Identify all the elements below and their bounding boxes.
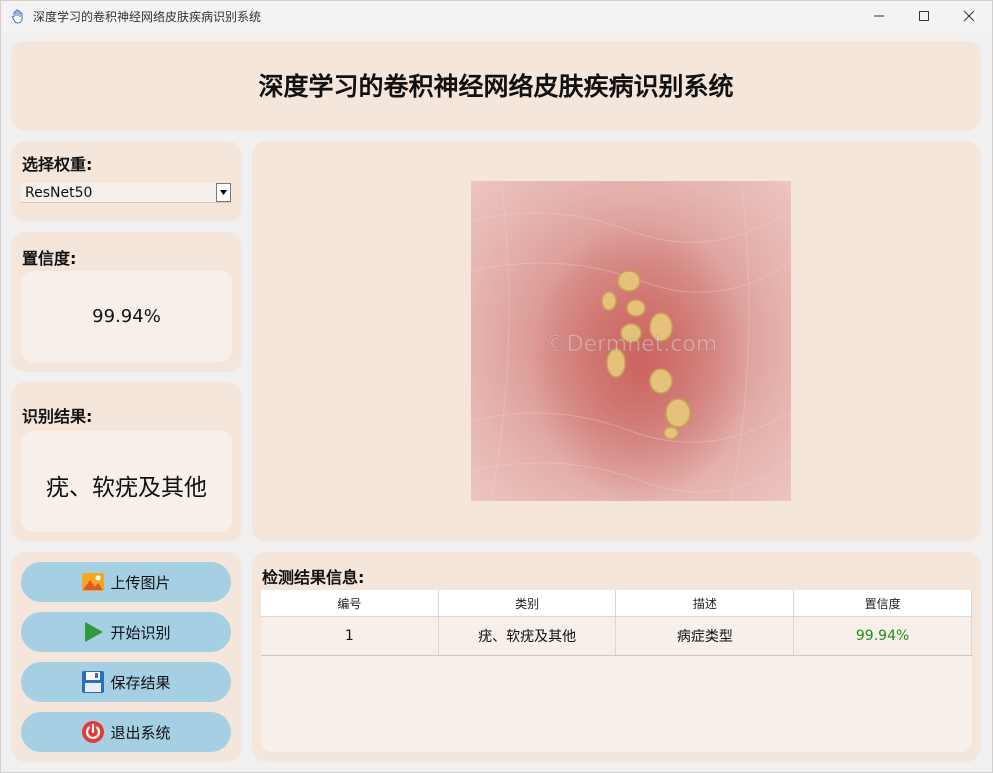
window-title: 深度学习的卷积神经网络皮肤疾病识别系统 <box>33 10 262 24</box>
dropdown-arrow-icon[interactable] <box>216 183 231 202</box>
confidence-panel: 置信度: 99.94% <box>11 232 242 372</box>
save-icon <box>82 671 105 693</box>
exit-button-label: 退出系统 <box>110 723 171 742</box>
close-icon <box>963 10 975 22</box>
play-icon <box>85 622 104 642</box>
page-title: 深度学习的卷积神经网络皮肤疾病识别系统 <box>258 72 734 101</box>
confidence-label: 置信度: <box>22 249 77 268</box>
weights-panel: 选择权重: ResNet50 <box>11 141 242 222</box>
result-box: 疣、软疣及其他 <box>21 431 232 532</box>
cell-confidence: 99.94% <box>793 616 972 656</box>
weights-selected-value: ResNet50 <box>25 185 93 201</box>
start-button-label: 开始识别 <box>110 623 171 642</box>
save-button[interactable]: 保存结果 <box>21 662 231 702</box>
column-header-id[interactable]: 编号 <box>261 590 439 617</box>
weights-label: 选择权重: <box>22 155 93 174</box>
app-window: 深度学习的卷积神经网络皮肤疾病识别系统 深度学习的卷积神经网络皮肤疾病识别系统 … <box>0 0 993 773</box>
column-header-category[interactable]: 类别 <box>438 590 617 617</box>
column-header-confidence[interactable]: 置信度 <box>793 590 972 617</box>
hand-icon <box>10 8 26 24</box>
column-header-description[interactable]: 描述 <box>615 590 795 617</box>
cell-id: 1 <box>261 616 439 656</box>
skin-image: ©Dermnet.com <box>471 181 791 501</box>
confidence-value: 99.94% <box>92 306 161 327</box>
maximize-icon <box>919 11 929 21</box>
confidence-box: 99.94% <box>21 271 232 362</box>
power-icon <box>82 721 105 743</box>
result-label: 识别结果: <box>22 407 93 426</box>
cell-category: 疣、软疣及其他 <box>438 616 617 656</box>
exit-button[interactable]: 退出系统 <box>21 712 231 752</box>
detection-table: 编号 类别 描述 置信度 1 疣、软疣及其他 病症类型 99.94% <box>261 590 972 656</box>
main-content: 深度学习的卷积神经网络皮肤疾病识别系统 选择权重: ResNet50 置信度: … <box>1 31 992 772</box>
buttons-panel: 上传图片 开始识别 保存结果 退出系统 <box>11 552 242 762</box>
detection-panel: 检测结果信息: 编号 类别 描述 置信度 1 疣、软疣及其他 病症类型 99.9… <box>252 552 981 762</box>
image-icon <box>82 573 105 591</box>
minimize-button[interactable] <box>856 1 902 31</box>
weights-select[interactable]: ResNet50 <box>21 183 231 203</box>
detection-label: 检测结果信息: <box>262 568 365 587</box>
result-panel: 识别结果: 疣、软疣及其他 <box>11 382 242 542</box>
watermark-text: ©Dermnet.com <box>545 332 718 357</box>
close-button[interactable] <box>946 1 992 31</box>
image-panel: ©Dermnet.com <box>252 141 981 542</box>
header-panel: 深度学习的卷积神经网络皮肤疾病识别系统 <box>11 41 981 131</box>
title-bar: 深度学习的卷积神经网络皮肤疾病识别系统 <box>1 1 992 31</box>
upload-button-label: 上传图片 <box>110 573 171 592</box>
cell-description: 病症类型 <box>615 616 795 656</box>
upload-button[interactable]: 上传图片 <box>21 562 231 602</box>
maximize-button[interactable] <box>901 1 947 31</box>
table-header-row: 编号 类别 描述 置信度 <box>261 590 972 617</box>
start-button[interactable]: 开始识别 <box>21 612 231 652</box>
table-row[interactable]: 1 疣、软疣及其他 病症类型 99.94% <box>261 616 972 656</box>
save-button-label: 保存结果 <box>110 673 171 692</box>
minimize-icon <box>874 15 884 17</box>
result-value: 疣、软疣及其他 <box>46 475 207 501</box>
